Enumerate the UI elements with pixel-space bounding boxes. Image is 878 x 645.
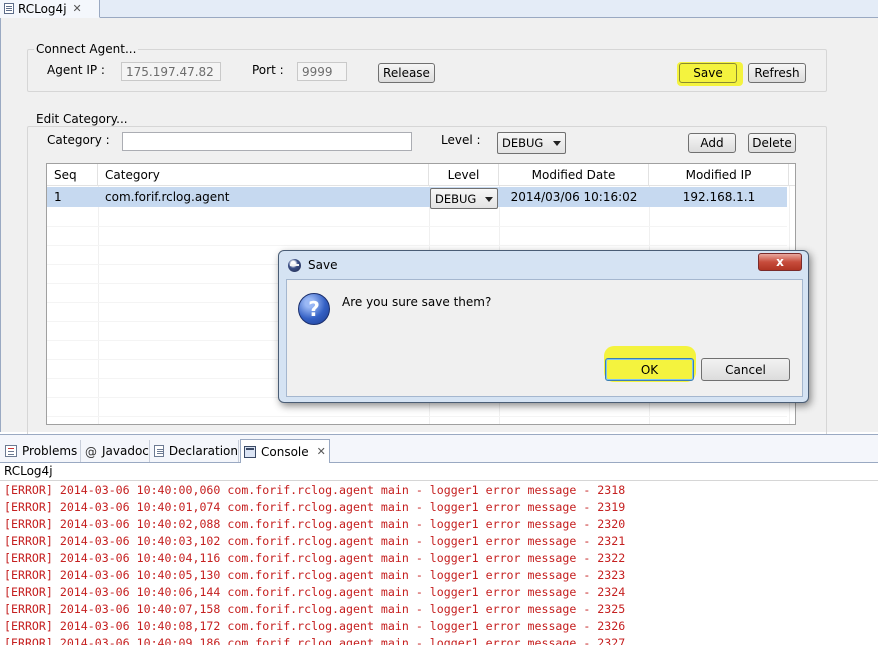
agent-ip-field[interactable]: 175.197.47.82 <box>121 62 221 81</box>
cancel-button[interactable]: Cancel <box>701 358 790 381</box>
row-level-value: DEBUG <box>435 191 477 206</box>
tab-declaration[interactable]: Declaration <box>151 440 239 462</box>
log-line: [ERROR] 2014-03-06 10:40:05,130 com.fori… <box>4 568 626 582</box>
dialog-body: ? Are you sure save them? OK Cancel <box>286 279 803 397</box>
log-line: [ERROR] 2014-03-06 10:40:09,186 com.fori… <box>4 636 626 645</box>
table-row[interactable]: 1 com.forif.rclog.agent DEBUG 2014/03/06… <box>47 187 787 209</box>
close-button[interactable]: x <box>758 253 802 271</box>
editor-tab-bar: RCLog4j ✕ <box>0 0 878 18</box>
save-button[interactable]: Save <box>679 63 737 83</box>
eclipse-icon <box>288 259 301 272</box>
close-icon[interactable]: ✕ <box>317 445 326 458</box>
add-button[interactable]: Add <box>688 133 736 153</box>
log-line: [ERROR] 2014-03-06 10:40:03,102 com.fori… <box>4 534 626 548</box>
connect-agent-title: Connect Agent... <box>34 42 139 56</box>
problems-icon <box>5 445 17 457</box>
log-line: [ERROR] 2014-03-06 10:40:01,074 com.fori… <box>4 500 626 514</box>
level-select[interactable]: DEBUG <box>497 132 566 154</box>
tab-problems[interactable]: Problems <box>2 440 81 462</box>
console-icon <box>244 445 256 458</box>
ok-button[interactable]: OK <box>605 358 694 381</box>
dialog-message: Are you sure save them? <box>342 295 492 309</box>
close-icon: x <box>776 255 784 269</box>
column-divider <box>98 186 99 424</box>
console-title: RCLog4j <box>0 463 878 481</box>
delete-button[interactable]: Delete <box>748 133 796 153</box>
edit-category-title: Edit Category... <box>34 112 130 126</box>
column-header-modified-date[interactable]: Modified Date <box>499 164 649 186</box>
chevron-down-icon <box>553 141 561 146</box>
tab-label: Declaration <box>168 444 238 458</box>
tab-label: Javadoc <box>102 444 149 458</box>
row-divider <box>47 416 787 417</box>
cell-category: com.forif.rclog.agent <box>105 190 230 204</box>
column-header-level[interactable]: Level <box>429 164 499 186</box>
editor-file-icon <box>4 3 14 14</box>
row-divider <box>47 226 787 227</box>
log-line: [ERROR] 2014-03-06 10:40:02,088 com.fori… <box>4 517 626 531</box>
tab-console[interactable]: Console ✕ <box>240 439 330 464</box>
refresh-button[interactable]: Refresh <box>748 63 806 83</box>
port-field[interactable]: 9999 <box>297 62 347 81</box>
tab-javadoc[interactable]: @ Javadoc <box>82 440 150 462</box>
level-label: Level : <box>441 133 481 147</box>
row-level-select[interactable]: DEBUG <box>430 188 498 209</box>
tab-label: Console <box>261 444 309 459</box>
log-line: [ERROR] 2014-03-06 10:40:04,116 com.fori… <box>4 551 626 565</box>
dialog-titlebar[interactable]: Save x <box>279 251 808 279</box>
log-line: [ERROR] 2014-03-06 10:40:06,144 com.fori… <box>4 585 626 599</box>
column-header-seq[interactable]: Seq <box>47 164 98 186</box>
editor-tab-label: RCLog4j <box>18 1 67 16</box>
log-line: [ERROR] 2014-03-06 10:40:07,158 com.fori… <box>4 602 626 616</box>
cell-seq: 1 <box>54 190 62 204</box>
chevron-down-icon <box>485 197 493 202</box>
column-header-category[interactable]: Category <box>98 164 429 186</box>
category-label: Category : <box>47 133 110 147</box>
log-line: [ERROR] 2014-03-06 10:40:00,060 com.fori… <box>4 483 626 497</box>
tab-label: Problems <box>22 444 78 458</box>
question-icon: ? <box>298 293 330 325</box>
release-button[interactable]: Release <box>378 63 435 83</box>
dialog-title: Save <box>308 258 338 272</box>
cell-modified-date: 2014/03/06 10:16:02 <box>510 190 638 204</box>
editor-tab-rclog4j[interactable]: RCLog4j ✕ <box>0 0 100 18</box>
log-line: [ERROR] 2014-03-06 10:40:08,172 com.fori… <box>4 619 626 633</box>
level-select-value: DEBUG <box>502 136 544 150</box>
view-tab-bar: Problems @ Javadoc Declaration Console ✕ <box>0 434 878 464</box>
agent-ip-label: Agent IP : <box>47 63 105 77</box>
console-output[interactable]: [ERROR] 2014-03-06 10:40:00,060 com.fori… <box>0 481 878 645</box>
cell-modified-ip: 192.168.1.1 <box>682 190 756 204</box>
port-label: Port : <box>252 63 284 77</box>
declaration-icon <box>154 445 164 457</box>
category-input[interactable] <box>122 132 412 151</box>
close-icon[interactable]: ✕ <box>73 2 82 15</box>
save-dialog: Save x ? Are you sure save them? OK Canc… <box>278 250 809 403</box>
javadoc-icon: @ <box>85 445 97 459</box>
row-divider <box>47 245 787 246</box>
column-header-modified-ip[interactable]: Modified IP <box>649 164 789 186</box>
table-header: Seq Category Level Modified Date Modifie… <box>47 164 795 186</box>
